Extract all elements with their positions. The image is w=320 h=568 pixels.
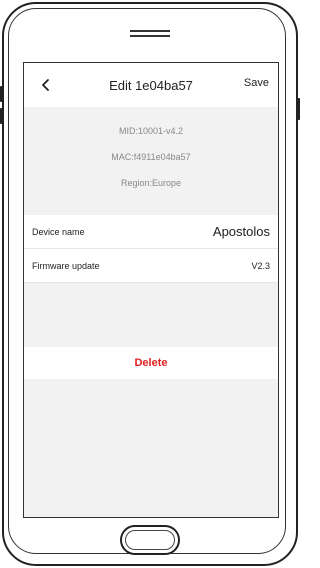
delete-button[interactable]: Delete [24, 347, 278, 379]
mid-text: MID:10001-v4.2 [118, 126, 184, 136]
page-title: Edit 1e04ba57 [109, 77, 193, 93]
speaker-grille [130, 35, 170, 37]
delete-label: Delete [134, 357, 168, 369]
navigation-bar: Edit 1e04ba57 Save [24, 63, 278, 107]
device-name-label: Device name [32, 226, 85, 237]
device-info: MID:10001-v4.2 MAC:f4911e04ba57 Region:E… [24, 107, 278, 215]
firmware-version: V2.3 [251, 260, 270, 271]
app-screen: Edit 1e04ba57 Save MID:10001-v4.2 MAC:f4… [23, 62, 279, 518]
device-name-row[interactable]: Device name Apostolos [24, 215, 278, 249]
firmware-update-row[interactable]: Firmware update V2.3 [24, 249, 278, 283]
back-button[interactable] [34, 73, 58, 97]
save-button[interactable]: Save [244, 77, 269, 89]
power-button [297, 98, 300, 120]
volume-button [0, 86, 3, 102]
firmware-update-label: Firmware update [32, 260, 100, 271]
speaker-grille [130, 30, 170, 32]
home-button[interactable] [120, 525, 180, 555]
device-name-value: Apostolos [212, 224, 270, 239]
mac-text: MAC:f4911e04ba57 [111, 152, 191, 162]
volume-button [0, 108, 3, 124]
region-text: Region:Europe [120, 178, 182, 188]
chevron-left-icon [42, 79, 49, 91]
